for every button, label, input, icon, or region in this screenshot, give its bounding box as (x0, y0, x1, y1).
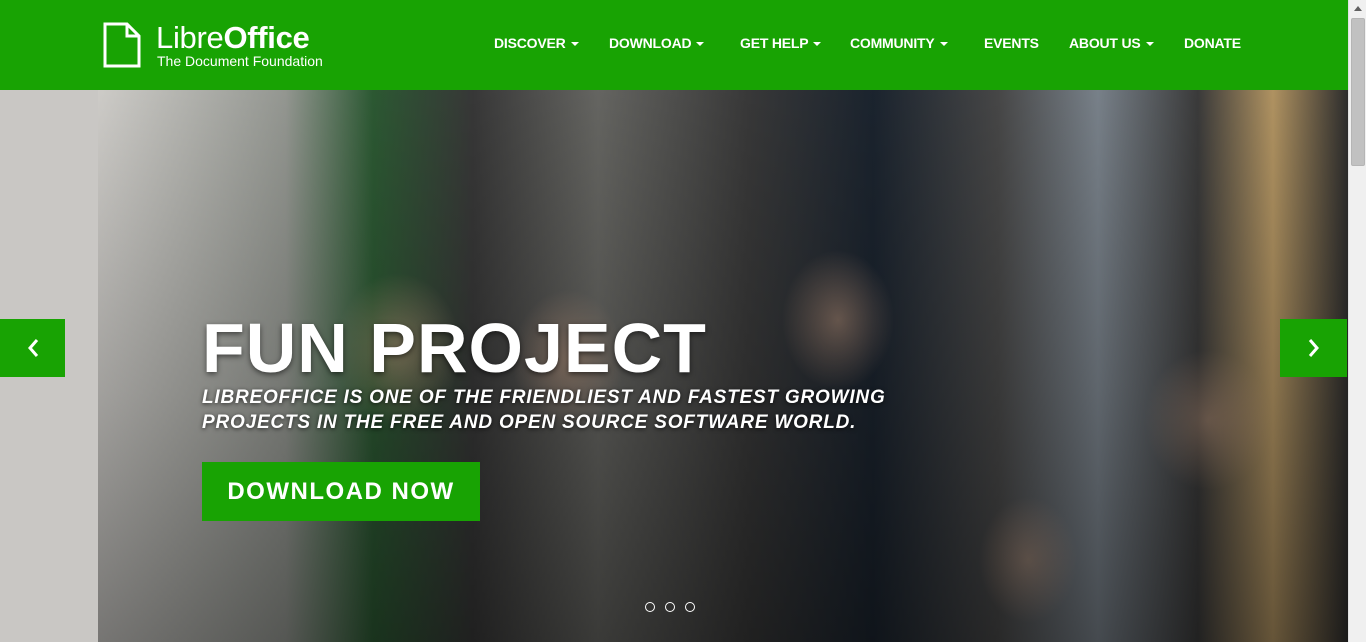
nav-item-label: DOWNLOAD (609, 35, 692, 51)
nav-item-label: EVENTS (984, 35, 1039, 51)
caret-down-icon (1145, 42, 1154, 47)
nav-item-get-help[interactable]: GET HELP (740, 35, 822, 51)
nav-item-events[interactable]: EVENTS (984, 35, 1039, 51)
caret-down-icon (939, 42, 948, 47)
carousel-prev-button[interactable] (0, 319, 65, 377)
hero-title: FUN PROJECT (202, 309, 707, 387)
nav-item-label: DISCOVER (494, 35, 566, 51)
nav-item-about-us[interactable]: ABOUT US (1069, 35, 1154, 51)
nav-item-label: DONATE (1184, 35, 1241, 51)
caret-down-icon (570, 42, 579, 47)
nav-item-label: GET HELP (740, 35, 809, 51)
download-now-button[interactable]: DOWNLOAD NOW (202, 462, 480, 521)
caret-down-icon (696, 42, 705, 47)
carousel-dot-2[interactable] (665, 602, 675, 612)
chevron-left-icon (27, 339, 38, 357)
hero-subtitle: LIBREOFFICE IS ONE OF THE FRIENDLIEST AN… (202, 387, 886, 433)
nav-item-download[interactable]: DOWNLOAD (609, 35, 705, 51)
chevron-right-icon (1308, 339, 1319, 357)
nav-item-donate[interactable]: DONATE (1184, 35, 1241, 51)
nav-item-label: ABOUT US (1069, 35, 1141, 51)
carousel-dot-3[interactable] (685, 602, 695, 612)
nav-item-label: COMMUNITY (850, 35, 935, 51)
vertical-scrollbar[interactable] (1348, 0, 1366, 642)
carousel-dot-1[interactable] (645, 602, 655, 612)
nav-item-discover[interactable]: DISCOVER (494, 35, 579, 51)
scrollbar-thumb[interactable] (1351, 18, 1365, 166)
carousel-next-button[interactable] (1280, 319, 1347, 377)
scroll-up-arrow-icon[interactable] (1349, 0, 1366, 17)
site-header: LibreOffice The Document Foundation DISC… (0, 0, 1348, 90)
main-navigation: DISCOVER DOWNLOAD GET HELP COMMUNITY EVE… (0, 0, 1348, 90)
nav-item-community[interactable]: COMMUNITY (850, 35, 948, 51)
caret-down-icon (813, 42, 822, 47)
